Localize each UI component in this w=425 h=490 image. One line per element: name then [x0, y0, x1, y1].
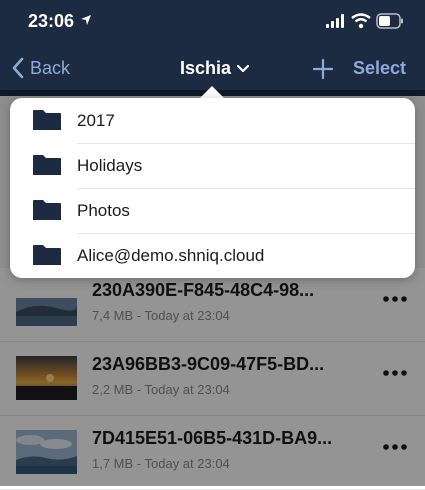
dropdown-item-label: Photos	[77, 201, 130, 220]
folder-icon	[33, 110, 61, 130]
folder-icon	[33, 200, 61, 220]
folder-dropdown-popover: 2017 Holidays Photos Alice@demo.shniq.cl…	[10, 98, 415, 278]
dropdown-item-holidays[interactable]: Holidays	[10, 143, 415, 188]
add-icon[interactable]	[312, 58, 334, 80]
back-button[interactable]: Back	[12, 56, 70, 80]
page-title: Ischia	[180, 58, 232, 78]
dropdown-item-label: 2017	[77, 111, 115, 130]
dropdown-item-label: Alice@demo.shniq.cloud	[77, 246, 265, 265]
folder-icon	[33, 155, 61, 175]
chevron-left-icon	[12, 57, 24, 79]
status-bar: 23:06	[0, 0, 425, 46]
back-label: Back	[30, 57, 71, 78]
battery-icon	[376, 13, 403, 29]
navigation-bar: Back Ischia Select	[0, 46, 425, 90]
wifi-icon	[351, 13, 371, 29]
chevron-down-icon	[237, 64, 250, 72]
folder-icon	[33, 245, 61, 265]
cellular-signal-icon	[326, 14, 344, 28]
select-button[interactable]: Select	[353, 58, 406, 79]
status-time: 23:06	[28, 11, 75, 31]
dropdown-item-2017[interactable]: 2017	[10, 98, 415, 143]
dropdown-item-label: Holidays	[77, 156, 143, 175]
popover-arrow	[200, 86, 224, 98]
dropdown-item-account-root[interactable]: Alice@demo.shniq.cloud	[10, 233, 415, 278]
location-arrow-icon	[81, 15, 91, 25]
dropdown-item-photos[interactable]: Photos	[10, 188, 415, 233]
folder-title-dropdown[interactable]: Ischia	[180, 58, 250, 79]
